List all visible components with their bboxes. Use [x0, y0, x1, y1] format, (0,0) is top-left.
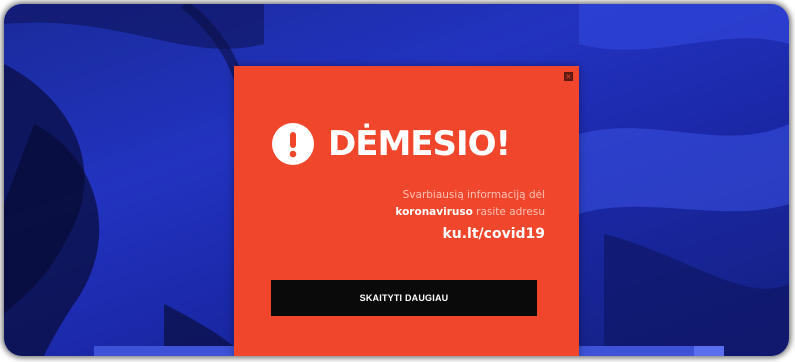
page-frame: × DĖMESIO! Svarbiausią informaciją dėl k… — [4, 4, 789, 356]
read-more-button[interactable]: SKAITYTI DAUGIAU — [271, 280, 537, 316]
modal-headline: DĖMESIO! — [272, 122, 511, 166]
exclamation-circle-icon — [272, 123, 314, 165]
covid-notice-modal: × DĖMESIO! Svarbiausią informaciją dėl k… — [234, 66, 579, 356]
modal-info-text: Svarbiausią informaciją dėl koronaviruso… — [285, 187, 545, 245]
covid-info-link[interactable]: ku.lt/covid19 — [285, 223, 545, 245]
exclamation-glyph — [289, 132, 297, 158]
info-line-1: Svarbiausią informaciją dėl — [402, 189, 545, 201]
info-line-2: rasite adresu — [472, 206, 545, 218]
info-bold-word: koronaviruso — [395, 206, 473, 218]
close-icon[interactable]: × — [564, 72, 573, 81]
modal-title: DĖMESIO! — [328, 124, 511, 164]
